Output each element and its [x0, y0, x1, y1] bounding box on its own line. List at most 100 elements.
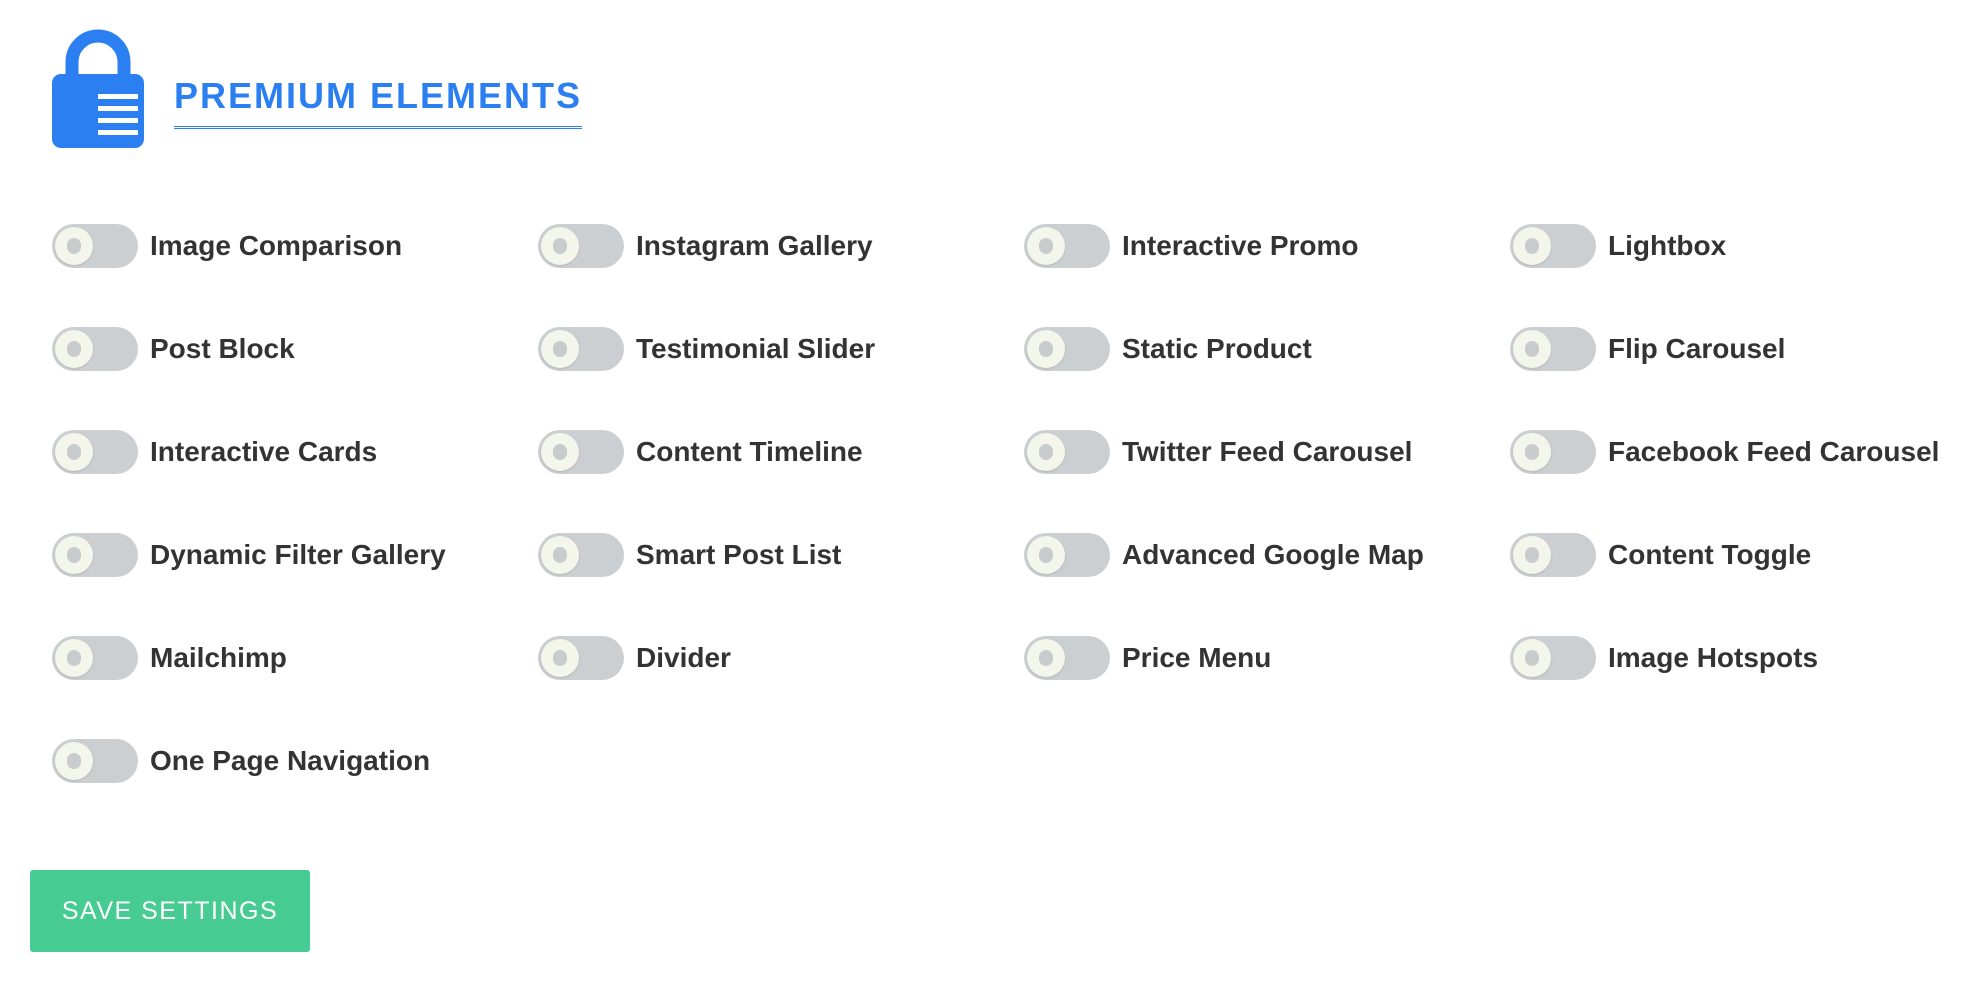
toggle-knob-indicator [553, 547, 567, 563]
toggle-label: Smart Post List [636, 539, 842, 570]
toggle-label: Advanced Google Map [1122, 539, 1424, 570]
toggle-knob [55, 639, 93, 677]
toggle-label: One Page Navigation [150, 745, 431, 776]
toggle-switch[interactable] [52, 430, 138, 474]
toggle-knob-indicator [1525, 547, 1539, 563]
element-toggle-item[interactable]: Content Toggle [1510, 533, 1811, 577]
toggle-knob-indicator [67, 238, 81, 254]
toggle-knob [55, 433, 93, 471]
element-toggle-item[interactable]: Smart Post List [538, 533, 841, 577]
element-toggle-item[interactable]: Image Hotspots [1510, 636, 1818, 680]
element-toggle-item[interactable]: Static Product [1024, 327, 1312, 371]
toggle-switch[interactable] [1510, 430, 1596, 474]
toggle-knob [1513, 227, 1551, 265]
toggle-knob [55, 330, 93, 368]
toggle-knob [1027, 536, 1065, 574]
toggle-knob [55, 536, 93, 574]
toggle-knob [541, 330, 579, 368]
element-toggle-item[interactable]: Advanced Google Map [1024, 533, 1424, 577]
toggle-switch[interactable] [52, 533, 138, 577]
toggle-label: Interactive Promo [1122, 230, 1359, 261]
element-toggle-item[interactable]: Divider [538, 636, 731, 680]
element-toggle-item[interactable]: Testimonial Slider [538, 327, 875, 371]
toggle-label: Content Toggle [1608, 539, 1812, 570]
toggle-label: Post Block [150, 333, 295, 364]
toggle-label: Image Hotspots [1608, 642, 1819, 673]
toggle-switch[interactable] [1024, 430, 1110, 474]
toggle-knob-indicator [1039, 238, 1053, 254]
toggle-switch[interactable] [52, 327, 138, 371]
element-toggle-item[interactable]: Interactive Promo [1024, 224, 1359, 268]
save-settings-button[interactable]: SAVE SETTINGS [30, 870, 310, 952]
element-toggle-item[interactable]: Price Menu [1024, 636, 1271, 680]
toggle-label: Content Timeline [636, 436, 863, 467]
toggle-label: Static Product [1122, 333, 1312, 364]
toggle-label: Interactive Cards [150, 436, 378, 467]
toggle-label: Lightbox [1608, 230, 1727, 261]
toggle-label: Testimonial Slider [636, 333, 876, 364]
toggle-switch[interactable] [52, 636, 138, 680]
toggle-switch[interactable] [52, 739, 138, 783]
toggle-switch[interactable] [1024, 636, 1110, 680]
toggle-knob-indicator [67, 753, 81, 769]
toggle-switch[interactable] [538, 430, 624, 474]
lock-icon [52, 29, 144, 148]
toggle-switch[interactable] [538, 636, 624, 680]
toggle-knob-indicator [1525, 650, 1539, 666]
toggle-knob-indicator [1039, 650, 1053, 666]
toggle-switch[interactable] [538, 327, 624, 371]
toggle-knob [1513, 536, 1551, 574]
toggle-knob-indicator [1039, 547, 1053, 563]
toggle-switch[interactable] [538, 533, 624, 577]
toggle-switch[interactable] [1024, 327, 1110, 371]
toggle-knob-indicator [1525, 238, 1539, 254]
toggle-knob-indicator [553, 650, 567, 666]
element-toggle-item[interactable]: Post Block [52, 327, 295, 371]
toggle-switch[interactable] [1510, 327, 1596, 371]
toggle-knob [541, 639, 579, 677]
element-toggle-item[interactable]: One Page Navigation [52, 739, 430, 783]
toggle-knob-indicator [553, 341, 567, 357]
toggle-label: Price Menu [1122, 642, 1272, 673]
toggle-knob-indicator [67, 341, 81, 357]
premium-elements-header: PREMIUM ELEMENTS [52, 28, 752, 148]
toggle-switch[interactable] [538, 224, 624, 268]
toggle-label: Twitter Feed Carousel [1122, 436, 1413, 467]
toggle-label: Instagram Gallery [636, 230, 873, 261]
toggle-label: Facebook Feed Carousel [1608, 436, 1940, 467]
toggle-switch[interactable] [1024, 533, 1110, 577]
toggle-knob [1027, 433, 1065, 471]
element-toggle-item[interactable]: Facebook Feed Carousel [1510, 430, 1939, 474]
toggle-knob-indicator [1039, 444, 1053, 460]
toggle-label: Flip Carousel [1608, 333, 1786, 364]
element-toggle-item[interactable]: Flip Carousel [1510, 327, 1785, 371]
toggle-switch[interactable] [1510, 224, 1596, 268]
toggle-knob [1513, 433, 1551, 471]
element-toggle-item[interactable]: Image Comparison [52, 224, 402, 268]
toggle-knob-indicator [553, 444, 567, 460]
toggle-knob [55, 227, 93, 265]
toggle-switch[interactable] [1024, 224, 1110, 268]
toggle-knob-indicator [67, 547, 81, 563]
toggle-label: Dynamic Filter Gallery [150, 539, 446, 570]
element-toggle-item[interactable]: Dynamic Filter Gallery [52, 533, 446, 577]
toggle-switch[interactable] [1510, 533, 1596, 577]
element-toggle-item[interactable]: Instagram Gallery [538, 224, 873, 268]
toggle-label: Mailchimp [150, 642, 287, 673]
element-toggle-item[interactable]: Interactive Cards [52, 430, 377, 474]
toggle-knob [1027, 330, 1065, 368]
toggle-knob-indicator [67, 650, 81, 666]
toggle-switch[interactable] [52, 224, 138, 268]
toggle-label: Image Comparison [150, 230, 403, 261]
element-toggle-item[interactable]: Twitter Feed Carousel [1024, 430, 1412, 474]
toggle-knob-indicator [1039, 341, 1053, 357]
element-toggle-item[interactable]: Mailchimp [52, 636, 287, 680]
element-toggle-item[interactable]: Lightbox [1510, 224, 1726, 268]
toggle-knob-indicator [1525, 444, 1539, 460]
element-toggle-item[interactable]: Content Timeline [538, 430, 863, 474]
toggle-knob-indicator [67, 444, 81, 460]
toggle-knob [1027, 227, 1065, 265]
toggle-knob [1513, 639, 1551, 677]
toggle-knob [1027, 639, 1065, 677]
toggle-switch[interactable] [1510, 636, 1596, 680]
